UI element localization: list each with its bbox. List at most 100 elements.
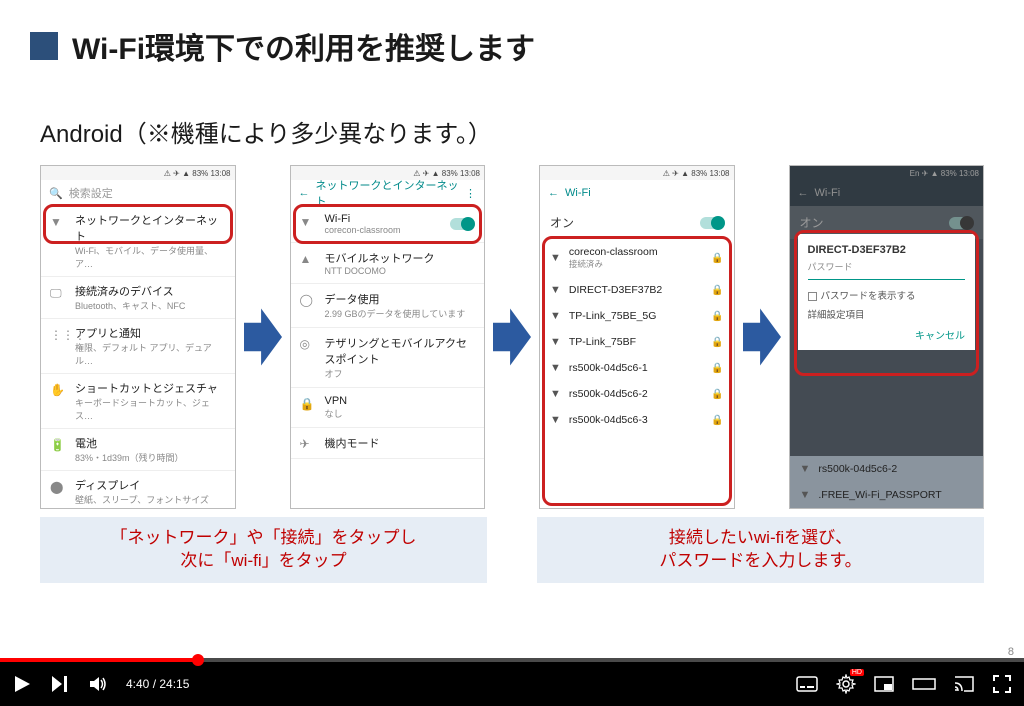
wifi-name: .FREE_Wi-Fi_PASSPORT: [818, 489, 973, 501]
toggle-switch-icon: [700, 217, 724, 229]
item-subtitle: オフ: [325, 367, 475, 380]
lock-icon: 🔒: [711, 337, 723, 348]
item-title: VPN: [325, 395, 475, 407]
wifi-network-item: ▼.FREE_Wi-Fi_PASSPORT: [790, 482, 984, 508]
checkbox-label: パスワードを表示する: [821, 291, 916, 302]
phone-screenshot-wifi-dialog: En ✈ ▲ 83% 13:08 ← Wi-Fi オン ▼rs500k-04d5…: [789, 165, 985, 509]
wifi-icon: ▼: [550, 284, 561, 296]
item-icon: ▼: [300, 215, 312, 229]
theater-button[interactable]: [912, 676, 936, 692]
item-subtitle: 壁紙、スリープ、フォントサイズ: [75, 493, 225, 506]
back-icon: ←: [548, 187, 559, 199]
settings-button[interactable]: HD: [836, 674, 856, 694]
volume-button[interactable]: [88, 674, 108, 694]
status-bar: ⚠ ✈ ▲ 83% 13:08: [41, 166, 235, 180]
lock-icon: 🔒: [711, 415, 723, 426]
item-title: テザリングとモバイルアクセスポイント: [325, 335, 475, 367]
lock-icon: 🔒: [711, 253, 723, 264]
item-title: 電池: [75, 435, 225, 451]
phone-screenshot-settings: ⚠ ✈ ▲ 83% 13:08 🔍 検索設定 ▼ネットワークとインターネットWi…: [40, 165, 236, 509]
header-bullet-icon: [30, 32, 58, 60]
item-title: データ使用: [325, 291, 475, 307]
arrow-icon: [244, 307, 282, 367]
settings-item: 🔋電池83%・1d39m（残り時間）: [41, 429, 235, 471]
wifi-icon: ▼: [550, 310, 561, 322]
settings-search: 🔍 検索設定: [41, 180, 235, 206]
playback-time: 4:40 / 24:15: [126, 677, 189, 691]
header-title: ネットワークとインターネット: [316, 177, 460, 209]
wifi-icon: ▼: [800, 463, 811, 475]
settings-item: 🖵接続済みのデバイスBluetooth、キャスト、NFC: [41, 277, 235, 319]
item-title: ディスプレイ: [75, 477, 225, 493]
captions-row: 「ネットワーク」や「接続」をタップし次に「wi-fi」をタップ 接続したいwi-…: [0, 509, 1024, 583]
wifi-network-item: ▼rs500k-04d5c6-2🔒: [540, 381, 734, 407]
lock-icon: 🔒: [711, 311, 723, 322]
search-icon: 🔍: [49, 187, 63, 200]
settings-item: ✋ショートカットとジェスチャキーボードショートカット、ジェス…: [41, 374, 235, 429]
item-subtitle: 権限、デフォルト アプリ、デュアル…: [75, 341, 225, 367]
item-icon: 🔋: [50, 438, 65, 452]
lock-icon: 🔒: [711, 285, 723, 296]
cancel-button: キャンセル: [915, 331, 965, 342]
item-icon: ⬤: [50, 480, 63, 494]
wifi-network-item: ▼TP-Link_75BE_5G🔒: [540, 303, 734, 329]
phone-screenshot-wifi-list: ⚠ ✈ ▲ 83% 13:08 ← Wi-Fi オン ▼corecon-clas…: [539, 165, 735, 509]
wifi-icon: ▼: [550, 362, 561, 374]
arrow-icon: [493, 307, 531, 367]
wifi-network-item: ▼rs500k-04d5c6-3🔒: [540, 407, 734, 433]
wifi-network-item: ▼ TP-Link_75BF 🔒: [540, 329, 734, 355]
miniplayer-button[interactable]: [874, 676, 894, 692]
item-icon: 🔒: [300, 397, 315, 411]
wifi-network-item: ▼DIRECT-D3EF37B2🔒: [540, 277, 734, 303]
item-title: アプリと通知: [75, 325, 225, 341]
arrow-icon: [743, 307, 781, 367]
wifi-icon: ▼: [550, 252, 561, 264]
video-player-bar: 4:40 / 24:15 HD: [0, 658, 1024, 706]
wifi-on-toggle-row: オン: [540, 206, 734, 239]
settings-item: ⋮⋮⋮アプリと通知権限、デフォルト アプリ、デュアル…: [41, 319, 235, 374]
wifi-icon: ▼: [550, 336, 561, 348]
captions-button[interactable]: [796, 676, 818, 692]
wifi-network-item: ▼corecon-classroom接続済み🔒: [540, 239, 734, 277]
settings-item: ✈機内モード: [291, 428, 485, 459]
item-icon: 🖵: [50, 286, 62, 301]
item-icon: ▼: [50, 215, 62, 229]
caption-left: 「ネットワーク」や「接続」をタップし次に「wi-fi」をタップ: [40, 517, 487, 583]
item-icon: ▲: [300, 252, 312, 266]
phone-screenshots-row: ⚠ ✈ ▲ 83% 13:08 🔍 検索設定 ▼ネットワークとインターネットWi…: [0, 161, 1024, 509]
item-subtitle: 2.99 GBのデータを使用しています: [325, 307, 475, 320]
slide-header: Wi-Fi環境下での利用を推奨します: [0, 0, 1024, 74]
item-subtitle: NTT DOCOMO: [325, 266, 475, 276]
wifi-network-item: ▼ rs500k-04d5c6-2: [790, 456, 984, 482]
settings-item: ⬤ ディスプレイ壁紙、スリープ、フォントサイズ: [41, 471, 235, 509]
play-button[interactable]: [12, 674, 32, 694]
wifi-password-dialog: DIRECT-D3EF37B2 パスワード パスワードを表示する 詳細設定項目 …: [798, 234, 976, 350]
fullscreen-button[interactable]: [992, 674, 1012, 694]
back-icon: ←: [299, 187, 310, 199]
item-icon: ◯: [300, 293, 313, 307]
item-icon: ◎: [300, 337, 310, 351]
show-password-checkbox: パスワードを表示する: [808, 288, 966, 302]
wifi-icon: ▼: [550, 414, 561, 426]
wifi-name: TP-Link_75BF: [569, 336, 703, 348]
settings-item: 🔒 VPNなし: [291, 388, 485, 428]
dialog-title: DIRECT-D3EF37B2: [808, 244, 966, 256]
next-button[interactable]: [50, 674, 70, 694]
item-title: 接続済みのデバイス: [75, 283, 225, 299]
settings-item: ◎ テザリングとモバイルアクセスポイントオフ: [291, 328, 485, 388]
wifi-name: rs500k-04d5c6-2: [569, 388, 703, 400]
wifi-network-item: ▼rs500k-04d5c6-1🔒: [540, 355, 734, 381]
cast-button[interactable]: [954, 676, 974, 692]
item-title: ショートカットとジェスチャ: [75, 380, 225, 396]
lock-icon: 🔒: [711, 389, 723, 400]
settings-item: ◯ データ使用2.99 GBのデータを使用しています: [291, 284, 485, 328]
caption-right: 接続したいwi-fiを選び、パスワードを入力します。: [537, 517, 984, 583]
item-subtitle: なし: [325, 407, 475, 420]
overflow-icon: ⋮: [465, 187, 476, 200]
wifi-name: rs500k-04d5c6-2: [818, 463, 973, 475]
item-icon: ✋: [50, 383, 65, 397]
search-placeholder: 検索設定: [69, 185, 113, 201]
password-input: パスワード: [808, 260, 966, 280]
on-label: オン: [550, 214, 700, 231]
toggle-switch-icon: [450, 218, 474, 230]
